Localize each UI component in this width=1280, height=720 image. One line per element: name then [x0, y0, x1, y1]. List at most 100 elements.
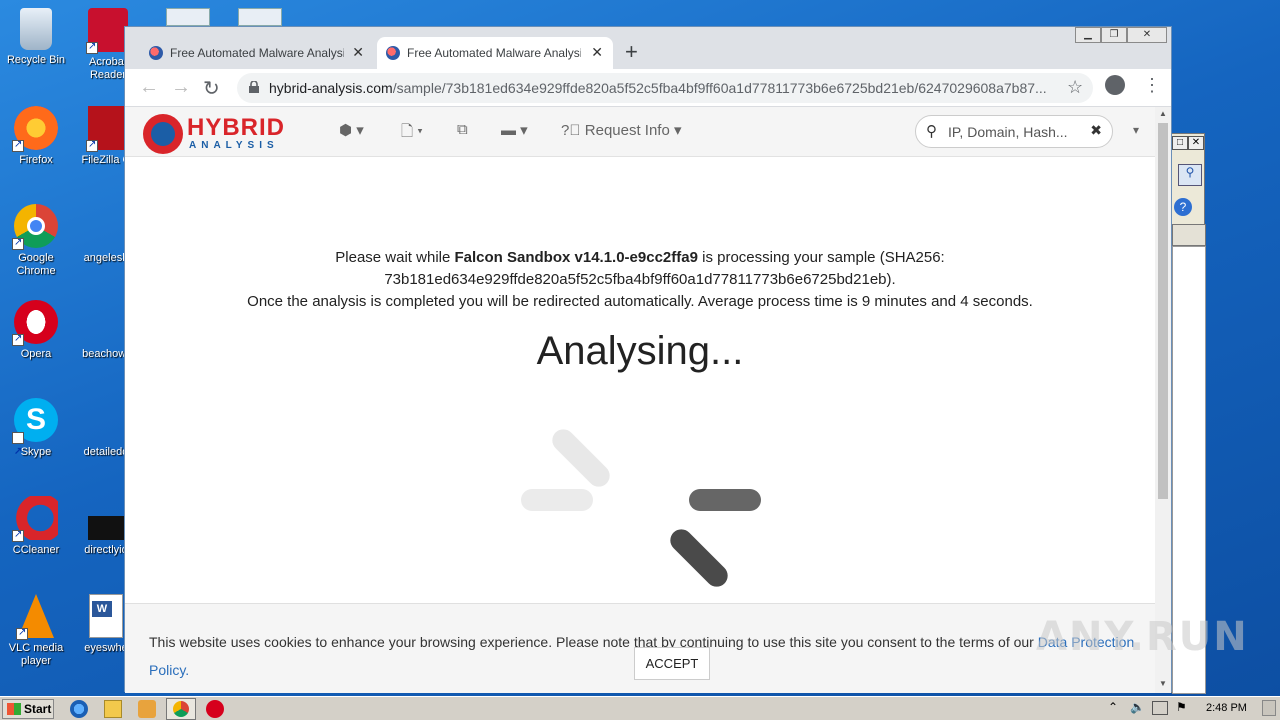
browser-toolbar: ← → ↻ hybrid-analysis.com /sample/73b181…: [125, 69, 1171, 107]
taskbar: Start ⌃ 🔈 ⚑ 2:48 PM: [0, 696, 1280, 720]
desktop-icon-label: detailedd: [83, 446, 129, 458]
clear-search-icon[interactable]: ✖: [1090, 122, 1102, 139]
search-icon: ⚲: [926, 123, 937, 140]
desktop-icon-label: beachowr: [82, 348, 130, 360]
recycle-bin-icon[interactable]: Recycle Bin: [0, 8, 74, 67]
maximize-icon[interactable]: □: [1172, 136, 1188, 150]
opera-icon[interactable]: [206, 700, 224, 718]
spinner-spoke: [521, 489, 593, 511]
desktop-icon-label: Google Chrome: [16, 252, 56, 277]
anyrun-watermark: ANY.RUN: [1036, 614, 1249, 660]
ccleaner-icon[interactable]: CCleaner: [0, 496, 74, 557]
internet-explorer-icon[interactable]: [70, 700, 88, 718]
spinner-spoke: [665, 524, 733, 592]
volume-icon[interactable]: 🔈: [1130, 700, 1145, 714]
request-info-label: Request Info: [584, 122, 670, 139]
tab-title: Free Automated Malware Analysis Se: [170, 46, 344, 60]
help-icon[interactable]: ?: [1174, 198, 1192, 216]
minimize-button[interactable]: ▁: [1075, 27, 1101, 43]
chevron-down-icon[interactable]: ▾: [1133, 123, 1139, 137]
logo-mark-icon: [143, 114, 183, 154]
media-player-icon[interactable]: [138, 700, 156, 718]
file-add-menu-icon[interactable]: 🗋 ▾: [401, 121, 423, 146]
tab-inactive[interactable]: Free Automated Malware Analysis Se ✕: [140, 37, 374, 69]
product-version: Falcon Sandbox v14.1.0-e9cc2ffa9: [454, 249, 698, 266]
desktop-icon-label: angelesh: [83, 252, 129, 264]
scroll-down-icon[interactable]: ▼: [1159, 679, 1167, 688]
forward-arrow-icon[interactable]: →: [171, 76, 191, 99]
desktop-icon-label: Acrobat Reader: [89, 56, 127, 81]
search-placeholder: IP, Domain, Hash...: [948, 123, 1068, 140]
close-window-button[interactable]: ✕: [1127, 27, 1167, 43]
file-icon[interactable]: [238, 8, 282, 26]
tab-close-icon[interactable]: ✕: [352, 44, 364, 61]
message-prefix: Please wait while: [335, 249, 455, 266]
desktop-icon-label: VLC media player: [8, 642, 64, 667]
restore-button[interactable]: ❐: [1101, 27, 1127, 43]
search-icon[interactable]: ⚲: [1178, 164, 1202, 186]
desktop-icon-label: Firefox: [19, 154, 53, 166]
desktop-icon-label: CCleaner: [12, 544, 60, 556]
message-line-2: Once the analysis is completed you will …: [247, 293, 1033, 310]
cookie-text: This website uses cookies to enhance you…: [149, 634, 1038, 650]
hybrid-analysis-favicon-icon: [149, 46, 163, 60]
windows-flag-icon: [7, 703, 21, 715]
tab-strip: Free Automated Malware Analysis Se ✕ Fre…: [125, 27, 1171, 69]
vlc-media-player-icon[interactable]: VLC media player: [0, 594, 74, 668]
accept-cookies-button[interactable]: ACCEPT: [634, 647, 710, 680]
chrome-icon: [173, 701, 189, 717]
url-host: hybrid-analysis.com: [269, 80, 393, 96]
spinner-spoke: [547, 424, 615, 492]
skype-icon[interactable]: S Skype: [0, 398, 74, 474]
processing-message: Please wait while Falcon Sandbox v14.1.0…: [125, 247, 1155, 313]
desktop-icon-label: eyeswhe: [84, 642, 128, 654]
vertical-scrollbar[interactable]: ▲ ▼: [1155, 107, 1171, 693]
new-tab-button[interactable]: +: [625, 39, 638, 65]
google-chrome-icon[interactable]: Google Chrome: [0, 204, 74, 278]
folder-menu-icon[interactable]: ▬ ▾: [501, 121, 528, 139]
chrome-taskbar-button[interactable]: [166, 698, 196, 720]
file-icon[interactable]: [166, 8, 210, 26]
logo-subtext: ANALYSIS: [189, 140, 279, 151]
start-label: Start: [24, 702, 52, 716]
help-circle-icon: ?⃝: [561, 122, 581, 139]
dialog-button[interactable]: [1172, 224, 1206, 246]
tray-expand-icon[interactable]: ⌃: [1108, 700, 1118, 714]
close-icon[interactable]: ✕: [1188, 136, 1204, 150]
desktop-icon-label: Opera: [20, 348, 52, 360]
desktop-icon-label: Recycle Bin: [6, 54, 66, 66]
opera-icon[interactable]: Opera: [0, 300, 74, 361]
firefox-icon[interactable]: Firefox: [0, 106, 74, 167]
tab-title: Free Automated Malware Analysis Se: [407, 46, 581, 60]
spinner-spoke: [689, 489, 761, 511]
desktop-icon-label: directlyid: [84, 544, 128, 556]
scroll-up-icon[interactable]: ▲: [1159, 109, 1167, 118]
start-button[interactable]: Start: [2, 699, 54, 719]
tab-close-icon[interactable]: ✕: [591, 44, 603, 61]
tab-active[interactable]: Free Automated Malware Analysis Se ✕: [377, 37, 613, 69]
site-header: HYBRID ANALYSIS ⬢ ▾ 🗋 ▾ ⧉ ▬ ▾ ?⃝ Request…: [125, 107, 1155, 157]
cube-menu-icon[interactable]: ⬢ ▾: [339, 121, 364, 139]
reload-icon[interactable]: ↻: [203, 76, 220, 101]
address-bar[interactable]: hybrid-analysis.com /sample/73b181ed634e…: [237, 73, 1093, 103]
browser-window: Free Automated Malware Analysis Se ✕ Fre…: [124, 26, 1172, 693]
request-info-menu[interactable]: ?⃝ Request Info ▾: [561, 121, 682, 139]
back-arrow-icon[interactable]: ←: [139, 76, 159, 99]
show-desktop-button[interactable]: [1262, 700, 1276, 716]
hybrid-analysis-logo[interactable]: HYBRID ANALYSIS: [143, 112, 313, 154]
hybrid-analysis-favicon-icon: [386, 46, 400, 60]
network-icon[interactable]: [1152, 701, 1168, 715]
menu-dots-icon[interactable]: ⋮: [1143, 75, 1161, 96]
action-center-flag-icon[interactable]: ⚑: [1176, 700, 1187, 714]
file-explorer-icon[interactable]: [104, 700, 122, 718]
search-input[interactable]: ⚲ IP, Domain, Hash... ✖: [915, 115, 1113, 148]
profile-avatar-icon[interactable]: [1105, 75, 1125, 95]
desktop-icon-label: Skype: [20, 446, 52, 458]
scrollbar-thumb[interactable]: [1158, 123, 1168, 499]
logo-text: HYBRID: [187, 114, 286, 141]
cookie-banner: This website uses cookies to enhance you…: [125, 603, 1155, 693]
clock[interactable]: 2:48 PM: [1206, 702, 1247, 714]
bookmark-star-icon[interactable]: ☆: [1067, 77, 1083, 98]
chevron-down-icon: ▾: [674, 122, 682, 139]
copy-files-icon[interactable]: ⧉: [457, 121, 468, 138]
